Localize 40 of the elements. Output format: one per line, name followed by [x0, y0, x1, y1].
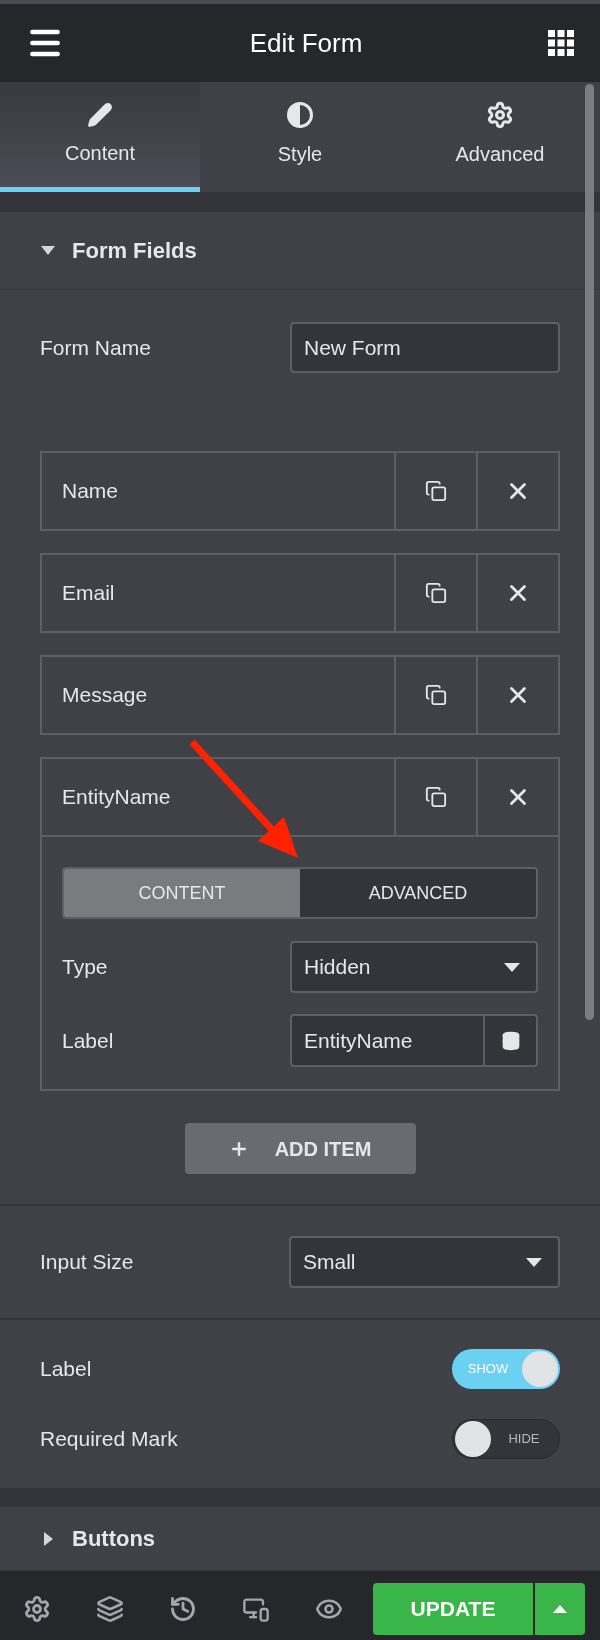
copy-icon: [425, 582, 447, 604]
pencil-icon: [87, 101, 113, 128]
panel-tab[interactable]: Style: [200, 82, 400, 192]
layers-icon[interactable]: [96, 1594, 124, 1623]
toggle-switch[interactable]: HIDE: [452, 1419, 560, 1459]
item-tab[interactable]: ADVANCED: [300, 869, 536, 917]
item-title[interactable]: Email: [42, 555, 394, 631]
toggle-knob: [455, 1421, 491, 1457]
caret-down-icon: [41, 246, 55, 255]
field-label: Label: [62, 1027, 114, 1054]
panel-tab[interactable]: Advanced: [400, 82, 600, 192]
item-title[interactable]: Message: [42, 657, 394, 733]
more-options-button[interactable]: [535, 1582, 585, 1635]
dropdown-caret-icon: [504, 962, 520, 972]
field-label: Form Name: [40, 334, 151, 361]
field-label: Label: [40, 1356, 92, 1383]
copy-icon: [425, 480, 447, 502]
grid-icon[interactable]: [548, 30, 574, 56]
copy-icon: [425, 786, 447, 808]
history-icon[interactable]: [169, 1594, 197, 1623]
caret-right-icon: [43, 1531, 53, 1546]
field-label: Required Mark: [40, 1426, 178, 1453]
field-label: Type: [62, 954, 108, 981]
add-item-button[interactable]: ADD ITEM: [184, 1123, 416, 1174]
caret-up-icon: [553, 1604, 567, 1613]
scrollbar[interactable]: [585, 84, 594, 1020]
dropdown-caret-icon: [526, 1257, 542, 1267]
settings-icon[interactable]: [23, 1594, 51, 1623]
type-select[interactable]: Hidden: [290, 941, 538, 993]
copy-icon: [425, 684, 447, 706]
input-size-select[interactable]: Small: [289, 1236, 560, 1288]
item-title[interactable]: EntityName: [42, 759, 394, 835]
window-title: Edit Form: [249, 26, 363, 60]
form-name-input[interactable]: New Form: [290, 322, 560, 373]
settings-icon: [486, 100, 514, 129]
contrast-icon: [286, 100, 314, 129]
toggle-knob: [522, 1351, 558, 1387]
panel-tab[interactable]: Content: [0, 82, 200, 192]
field-label: Input Size: [40, 1249, 134, 1276]
item-title[interactable]: Name: [42, 453, 394, 529]
